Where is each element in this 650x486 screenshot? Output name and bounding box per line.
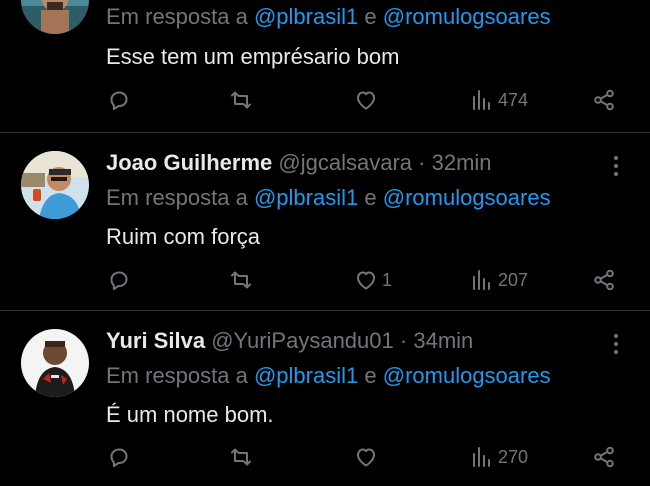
tweet-text: Esse tem um emprésario bom: [106, 44, 400, 69]
heart-icon: [357, 91, 375, 110]
tweet-text: É um nome bom.: [106, 402, 274, 427]
separator-dot: ·: [418, 150, 426, 175]
views-count: 474: [498, 89, 529, 110]
share-icon: [594, 446, 614, 468]
mention-link[interactable]: @romulogsoares: [383, 363, 551, 388]
avatar[interactable]: [21, 151, 89, 219]
display-name[interactable]: Yuri Silva: [106, 328, 205, 353]
tweet-1[interactable]: Em resposta a @plbrasil1 e @romulogsoare…: [0, 0, 650, 132]
reply-prefix: Em resposta a: [106, 363, 248, 388]
timestamp[interactable]: 34min: [413, 328, 473, 353]
views-icon: [473, 270, 490, 290]
like-button[interactable]: [354, 445, 382, 469]
reply-conjunction: e: [364, 185, 377, 210]
heart-icon: [357, 448, 375, 467]
reply-context: Em resposta a @plbrasil1 e @romulogsoare…: [106, 185, 551, 211]
like-count: 1: [382, 269, 393, 290]
tweet-actions: 270: [0, 445, 650, 475]
tweet-text: Ruim com força: [106, 224, 261, 249]
mention-link[interactable]: @romulogsoares: [383, 4, 551, 29]
tweet-header: Joao Guilherme @jgcalsavara · 32min: [106, 150, 492, 176]
retweet-icon: [231, 91, 251, 109]
reply-button[interactable]: [107, 88, 131, 112]
like-button[interactable]: [354, 88, 382, 112]
more-button[interactable]: [606, 153, 626, 179]
retweet-button[interactable]: [229, 445, 253, 469]
tweet-actions: 474: [0, 88, 650, 118]
reply-icon: [110, 448, 128, 468]
user-handle[interactable]: @jgcalsavara: [278, 150, 412, 175]
reply-button[interactable]: [107, 445, 131, 469]
tweet-actions: 1 207: [0, 268, 650, 298]
share-button[interactable]: [592, 445, 616, 469]
tweet-header: Yuri Silva @YuriPaysandu01 · 34min: [106, 328, 473, 354]
retweet-button[interactable]: [229, 268, 253, 292]
more-button[interactable]: [606, 331, 626, 357]
views-icon: [473, 447, 490, 467]
views-icon: [473, 90, 490, 110]
reply-button[interactable]: [107, 268, 131, 292]
display-name[interactable]: Joao Guilherme: [106, 150, 272, 175]
share-icon: [594, 269, 614, 291]
heart-icon: [357, 271, 375, 290]
views-count: 207: [498, 269, 529, 290]
mention-link[interactable]: @plbrasil1: [254, 363, 358, 388]
reply-context: Em resposta a @plbrasil1 e @romulogsoare…: [106, 363, 551, 389]
separator-dot: ·: [399, 328, 408, 353]
user-handle[interactable]: @YuriPaysandu01: [211, 328, 394, 353]
tweet-2[interactable]: Joao Guilherme @jgcalsavara · 32min Em r…: [0, 133, 650, 310]
mention-link[interactable]: @plbrasil1: [254, 185, 358, 210]
views-button[interactable]: 474: [470, 88, 528, 112]
reply-conjunction: e: [364, 363, 377, 388]
reply-conjunction: e: [364, 4, 377, 29]
share-icon: [594, 89, 614, 111]
avatar[interactable]: [21, 329, 89, 397]
timestamp[interactable]: 32min: [432, 150, 492, 175]
reply-prefix: Em resposta a: [106, 185, 248, 210]
reply-icon: [110, 271, 128, 291]
retweet-icon: [231, 448, 251, 466]
retweet-icon: [231, 271, 251, 289]
reply-icon: [110, 91, 128, 111]
mention-link[interactable]: @romulogsoares: [383, 185, 551, 210]
like-button[interactable]: 1: [354, 268, 392, 292]
reply-prefix: Em resposta a: [106, 4, 248, 29]
avatar[interactable]: [21, 0, 89, 34]
reply-context: Em resposta a @plbrasil1 e @romulogsoare…: [106, 4, 551, 30]
retweet-button[interactable]: [229, 88, 253, 112]
tweet-3[interactable]: Yuri Silva @YuriPaysandu01 · 34min Em re…: [0, 311, 650, 486]
mention-link[interactable]: @plbrasil1: [254, 4, 358, 29]
share-button[interactable]: [592, 88, 616, 112]
views-count: 270: [498, 446, 529, 467]
views-button[interactable]: 270: [470, 445, 528, 469]
share-button[interactable]: [592, 268, 616, 292]
views-button[interactable]: 207: [470, 268, 528, 292]
